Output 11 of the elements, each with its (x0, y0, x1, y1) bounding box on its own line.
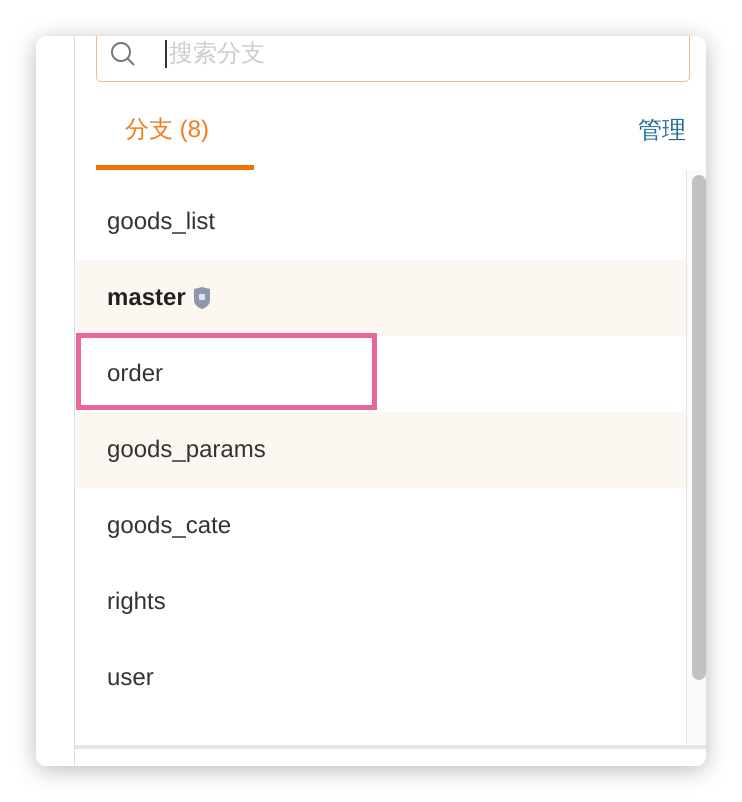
branch-item[interactable]: rights (75, 564, 686, 640)
branch-item[interactable]: goods_params (75, 412, 686, 488)
branch-item[interactable]: goods_list (75, 184, 686, 260)
branch-item[interactable]: goods_cate (75, 488, 686, 564)
shield-lock-icon (192, 286, 212, 310)
branch-item[interactable]: user (75, 640, 686, 716)
scrollbar[interactable] (686, 170, 706, 745)
manage-link[interactable]: 管理 (638, 114, 686, 146)
branch-item[interactable]: master (75, 260, 686, 336)
horizontal-scrollbar[interactable] (75, 745, 706, 766)
branch-item[interactable]: order (75, 336, 686, 412)
